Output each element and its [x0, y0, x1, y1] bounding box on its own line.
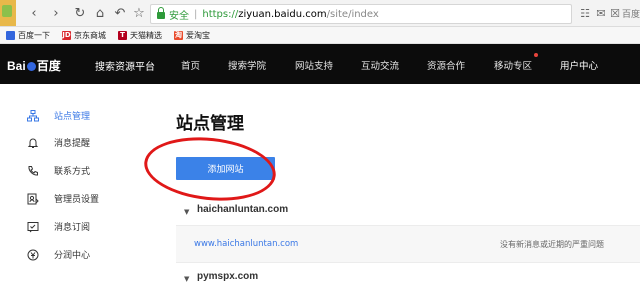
subscribe-icon [27, 221, 39, 233]
bookmark-aitaobao[interactable]: 淘 爱淘宝 [174, 30, 210, 41]
sidebar-item-notifications[interactable]: 消息提醒 [27, 136, 90, 149]
chevron-down-icon[interactable]: ▼ [184, 208, 189, 216]
site-group-name[interactable]: haichanluntan.com [197, 204, 288, 215]
sidebar-item-admin-settings[interactable]: 管理员设置 [27, 192, 99, 205]
browser-right-text: 百度 [622, 10, 640, 20]
jd-icon: JD [62, 30, 71, 40]
bookmark-label: 爱淘宝 [186, 30, 210, 40]
close-icon[interactable]: ☒ [608, 6, 622, 20]
bookmarks-bar: 百度一下 JD 京东商城 T 天猫精选 淘 爱淘宝 [0, 27, 640, 44]
bookmark-label: 京东商城 [74, 30, 106, 40]
nav-home[interactable]: 首页 [181, 58, 200, 72]
sidebar-item-subscription[interactable]: 消息订阅 [27, 220, 90, 233]
admin-icon [27, 193, 39, 205]
bookmark-tmall[interactable]: T 天猫精选 [118, 30, 162, 41]
back-icon[interactable]: ‹ [26, 5, 42, 21]
nav-interaction[interactable]: 互动交流 [361, 58, 399, 72]
refresh-icon[interactable]: ↻ [72, 5, 88, 21]
baidu-logo[interactable]: Bai 百度 [7, 57, 61, 74]
site-link[interactable]: www.haichanluntan.com [194, 239, 298, 249]
url-host: ziyuan.baidu.com [238, 8, 327, 20]
site-status: 没有新消息或近期的严重问题 [500, 240, 604, 249]
taobao-icon: 淘 [174, 30, 183, 40]
bell-icon [27, 137, 39, 149]
bookmark-label: 百度一下 [18, 30, 50, 40]
address-separator: | [194, 8, 198, 20]
phone-icon [27, 165, 39, 177]
page-title: 站点管理 [176, 114, 244, 134]
extension-icon[interactable]: ✉ [594, 6, 608, 20]
baidu-paw-icon [6, 30, 15, 40]
red-highlight-circle [141, 131, 279, 207]
nav-cooperation[interactable]: 资源合作 [427, 58, 465, 72]
star-icon[interactable]: ☆ [131, 5, 147, 21]
nav-user-center[interactable]: 用户中心 [560, 58, 598, 72]
revenue-icon [27, 249, 39, 261]
platform-name: 搜索资源平台 [95, 62, 155, 73]
sidebar-item-revenue[interactable]: 分润中心 [27, 248, 90, 261]
url-path: /site/index [326, 8, 379, 20]
paw-icon [26, 62, 36, 71]
notification-dot [534, 53, 538, 57]
nav-site-support[interactable]: 网站支持 [295, 58, 333, 72]
sidebar-item-label: 站点管理 [54, 112, 91, 122]
nav-mobile[interactable]: 移动专区 [494, 58, 532, 72]
browser-toolbar: ‹ › ↻ ⌂ ↶ ☆ 安全 | https://ziyuan.baidu.co… [0, 0, 640, 27]
browser-tab-icon[interactable] [0, 0, 16, 26]
sidebar-item-site-management[interactable]: 站点管理 [27, 109, 90, 122]
sidebar-item-label: 分润中心 [54, 251, 91, 261]
sidebar-item-label: 消息订阅 [54, 223, 91, 233]
site-header: Bai 百度 搜索资源平台 首页 搜索学院 网站支持 互动交流 资源合作 移动专区… [0, 44, 640, 84]
chevron-down-icon[interactable]: ▼ [184, 275, 189, 283]
forward-icon[interactable]: › [48, 5, 64, 21]
main-content: 站点管理 添加网站 ▼ haichanluntan.com www.haicha… [140, 84, 640, 292]
sidebar-item-contact[interactable]: 联系方式 [27, 164, 90, 177]
grid-icon[interactable]: ☷ [578, 6, 592, 20]
undo-icon[interactable]: ↶ [112, 5, 128, 21]
site-group-name[interactable]: pymspx.com [197, 271, 258, 282]
secure-label: 安全 [169, 10, 189, 22]
logo-text-right: 百度 [36, 59, 61, 73]
bookmark-jd[interactable]: JD 京东商城 [62, 30, 106, 41]
url-scheme: https:// [202, 8, 239, 20]
logo-text-left: Bai [7, 59, 26, 73]
lock-icon [157, 7, 165, 19]
nav-academy[interactable]: 搜索学院 [228, 58, 266, 72]
address-bar[interactable]: 安全 | https://ziyuan.baidu.com/site/index [150, 4, 572, 24]
bookmark-baidu[interactable]: 百度一下 [6, 30, 50, 41]
sidebar-item-label: 消息提醒 [54, 139, 91, 149]
home-icon[interactable]: ⌂ [92, 5, 108, 21]
bookmark-label: 天猫精选 [130, 30, 162, 40]
sidebar-item-label: 管理员设置 [54, 195, 100, 205]
sidebar-item-label: 联系方式 [54, 167, 91, 177]
sidebar: 站点管理 消息提醒 联系方式 管理员设置 消息订阅 分润中心 [0, 84, 140, 292]
tmall-icon: T [118, 30, 127, 40]
sitemap-icon [27, 109, 39, 122]
table-row[interactable]: www.haichanluntan.com 没有新消息或近期的严重问题 [176, 225, 640, 263]
